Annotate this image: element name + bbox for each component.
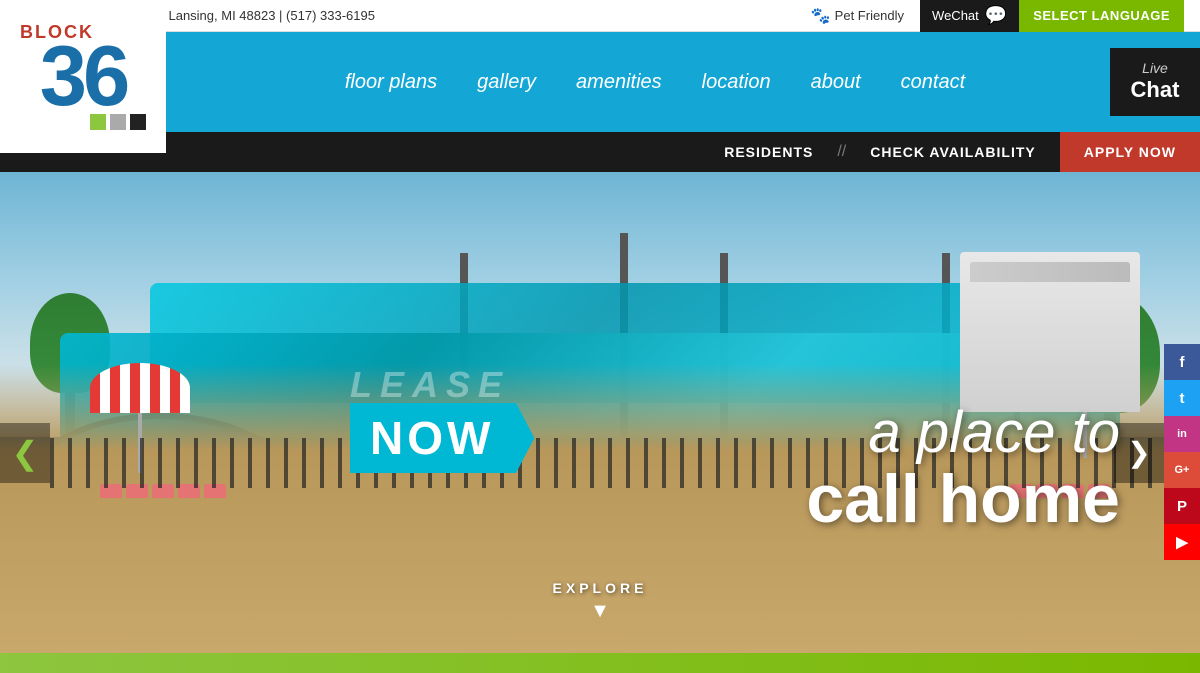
explore-label: EXPLORE bbox=[553, 580, 648, 596]
nav-link-amenities[interactable]: amenities bbox=[556, 71, 682, 94]
hero: f t in G+ P ▶ ❮ ❯ LEASE NOW a place to c… bbox=[0, 172, 1200, 653]
now-text: NOW bbox=[370, 412, 494, 464]
instagram-button[interactable]: in bbox=[1164, 416, 1200, 452]
now-banner: NOW bbox=[350, 403, 534, 473]
paw-icon: 🐾 bbox=[811, 6, 831, 26]
building-bg bbox=[960, 252, 1140, 412]
instagram-icon: in bbox=[1177, 428, 1187, 440]
logo-sq-green bbox=[90, 114, 106, 130]
tagline-line2: call home bbox=[806, 465, 1120, 533]
logo-sq-black bbox=[130, 114, 146, 130]
nav-link-floor-plans[interactable]: floor plans bbox=[325, 71, 457, 94]
social-sidebar: f t in G+ P ▶ bbox=[1164, 344, 1200, 560]
lease-text: LEASE bbox=[350, 367, 534, 403]
chat-label: Chat bbox=[1131, 77, 1180, 103]
check-availability-label: CHECK AVAILABILITY bbox=[870, 144, 1036, 160]
top-bar: 3636 Coleman Road East Lansing, MI 48823… bbox=[0, 0, 1200, 32]
live-chat-button[interactable]: Live Chat bbox=[1110, 48, 1200, 116]
apply-now-label: APPLY NOW bbox=[1084, 144, 1176, 160]
facebook-icon: f bbox=[1180, 354, 1185, 371]
twitter-icon: t bbox=[1180, 390, 1185, 407]
tagline-line1: a place to bbox=[806, 401, 1120, 465]
next-arrow-icon: ❯ bbox=[1127, 436, 1150, 469]
hero-tagline: a place to call home bbox=[806, 401, 1120, 533]
facebook-button[interactable]: f bbox=[1164, 344, 1200, 380]
live-label: Live bbox=[1142, 60, 1168, 77]
google-plus-button[interactable]: G+ bbox=[1164, 452, 1200, 488]
wechat-button[interactable]: WeChat 💬 bbox=[920, 0, 1019, 32]
bottom-strip bbox=[0, 653, 1200, 673]
next-slide-button[interactable]: ❯ bbox=[1114, 423, 1164, 483]
pinterest-button[interactable]: P bbox=[1164, 488, 1200, 524]
residents-label: RESIDENTS bbox=[724, 144, 813, 160]
twitter-button[interactable]: t bbox=[1164, 380, 1200, 416]
select-language-button[interactable]: SELECT LANGUAGE bbox=[1019, 0, 1184, 32]
prev-slide-button[interactable]: ❮ bbox=[0, 423, 50, 483]
nav-link-gallery[interactable]: gallery bbox=[457, 71, 556, 94]
nav-links: floor plans gallery amenities location a… bbox=[200, 71, 1110, 94]
pinterest-icon: P bbox=[1177, 498, 1187, 515]
logo-sq-gray bbox=[110, 114, 126, 130]
lease-now-overlay[interactable]: LEASE NOW bbox=[350, 367, 534, 473]
logo-number: 36 bbox=[40, 41, 127, 113]
pet-friendly-label: Pet Friendly bbox=[835, 8, 904, 23]
nav-link-contact[interactable]: contact bbox=[881, 71, 985, 94]
nav-link-location[interactable]: location bbox=[682, 71, 791, 94]
check-availability-link[interactable]: CHECK AVAILABILITY bbox=[846, 132, 1060, 172]
top-bar-right: 🐾 Pet Friendly WeChat 💬 SELECT LANGUAGE bbox=[811, 0, 1184, 32]
residents-link[interactable]: RESIDENTS bbox=[700, 132, 837, 172]
wechat-icon: 💬 bbox=[985, 5, 1007, 26]
explore-arrow-icon: ▼ bbox=[553, 600, 648, 623]
nav-bar: BLOCK 36 floor plans gallery amenities l… bbox=[0, 32, 1200, 132]
youtube-button[interactable]: ▶ bbox=[1164, 524, 1200, 560]
logo-squares bbox=[90, 114, 156, 130]
google-plus-icon: G+ bbox=[1175, 464, 1190, 476]
select-language-label: SELECT LANGUAGE bbox=[1033, 8, 1170, 23]
pet-friendly: 🐾 Pet Friendly bbox=[811, 6, 904, 26]
sub-nav: RESIDENTS // CHECK AVAILABILITY APPLY NO… bbox=[0, 132, 1200, 172]
logo[interactable]: BLOCK 36 bbox=[0, 0, 166, 153]
nav-link-about[interactable]: about bbox=[791, 71, 881, 94]
youtube-icon: ▶ bbox=[1176, 533, 1188, 551]
apply-now-link[interactable]: APPLY NOW bbox=[1060, 132, 1200, 172]
explore-button[interactable]: EXPLORE ▼ bbox=[553, 580, 648, 623]
wechat-label: WeChat bbox=[932, 8, 979, 23]
prev-arrow-icon: ❮ bbox=[12, 434, 39, 472]
sub-nav-separator: // bbox=[837, 143, 846, 161]
